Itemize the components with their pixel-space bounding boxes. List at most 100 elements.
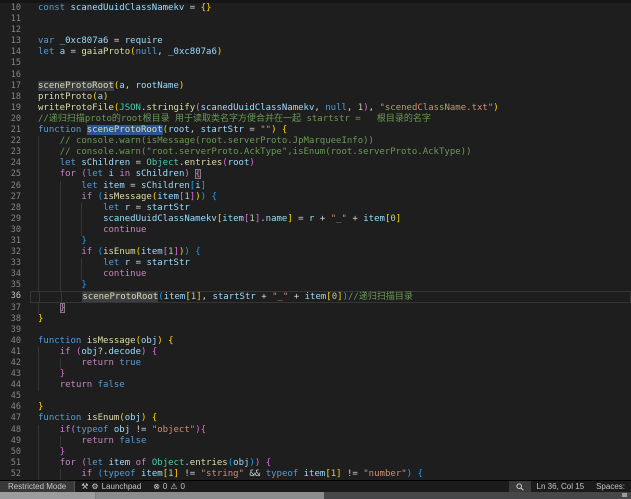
code-line[interactable]: 44 return false — [0, 380, 631, 392]
line-number[interactable]: 19 — [0, 103, 21, 114]
line-number[interactable]: 42 — [0, 358, 21, 369]
code-line[interactable]: 45 — [0, 391, 631, 402]
code-line[interactable]: 33 let r = startStr — [0, 258, 631, 270]
line-number[interactable]: 12 — [0, 25, 21, 36]
line-number[interactable]: 29 — [0, 214, 21, 225]
line-number[interactable]: 30 — [0, 225, 21, 236]
code-line[interactable]: 14 let a = gaiaProto(null, _0xc807a6) — [0, 47, 631, 58]
line-number[interactable]: 27 — [0, 192, 21, 203]
line-number[interactable]: 46 — [0, 402, 21, 413]
code-line[interactable]: 34 continue — [0, 269, 631, 281]
line-number[interactable]: 22 — [0, 136, 21, 147]
launchpad-item[interactable]: ⚒ ⚙ Launchpad — [75, 481, 147, 492]
line-content: if (isMessage(item[1])) { — [38, 191, 631, 203]
line-number[interactable]: 34 — [0, 269, 21, 280]
line-number[interactable]: 33 — [0, 258, 21, 269]
code-line[interactable]: 27 if (isMessage(item[1])) { — [0, 191, 631, 203]
code-line[interactable]: 35} — [0, 280, 631, 292]
code-line[interactable]: 25 for (let i in sChildren) { — [0, 169, 631, 181]
line-number[interactable]: 51 — [0, 458, 21, 469]
line-number[interactable]: 52 — [0, 469, 21, 480]
line-number[interactable]: 40 — [0, 336, 21, 347]
code-line[interactable]: 10 const scanedUuidClassNamekv = {} — [0, 3, 631, 14]
code-line[interactable]: 52 if (typeof item[1] != "string" && type… — [0, 468, 631, 480]
indent-guide — [59, 280, 82, 292]
line-number[interactable]: 11 — [0, 14, 21, 25]
line-number[interactable]: 44 — [0, 380, 21, 391]
restricted-mode-item[interactable]: Restricted Mode — [0, 481, 76, 492]
line-number[interactable]: 25 — [0, 169, 21, 180]
code-line[interactable]: 17 sceneProtoRoot(a, rootName) — [0, 80, 631, 92]
code-line[interactable]: 49 return false — [0, 435, 631, 447]
line-number[interactable]: 17 — [0, 81, 21, 92]
code-line[interactable]: 47 function isEnum(obj) { — [0, 413, 631, 424]
code-line[interactable]: 29 scanedUuidClassNamekv[item[1].name] = … — [0, 213, 631, 225]
code-line[interactable]: 46} — [0, 402, 631, 413]
code-line[interactable]: 51 for (let item of Object.entries(obj)) … — [0, 457, 631, 469]
line-number[interactable]: 50 — [0, 447, 21, 458]
code-line[interactable]: 39 — [0, 325, 631, 336]
problems-item[interactable]: ⊗ 0 ⚠ 0 — [147, 481, 191, 492]
cursor-position-item[interactable]: Ln 36, Col 15 — [531, 481, 591, 492]
code-line[interactable]: 32 if (isEnum(item[1])) { — [0, 247, 631, 259]
code-line[interactable]: 19 writeProtoFile(JSON.stringify(scanedUu… — [0, 103, 631, 114]
code-line[interactable]: 40 function isMessage(obj) { — [0, 336, 631, 347]
line-number[interactable]: 31 — [0, 236, 21, 247]
line-number[interactable]: 15 — [0, 58, 21, 69]
code-line[interactable]: 43} — [0, 369, 631, 381]
token: , — [189, 125, 201, 136]
code-line[interactable]: 41 if (obj?.decode) { — [0, 346, 631, 358]
indentation-item[interactable]: Spaces: — [590, 481, 631, 492]
code-line[interactable]: 15 — [0, 58, 631, 69]
code-line[interactable]: 16 — [0, 70, 631, 81]
line-number[interactable]: 13 — [0, 36, 21, 47]
code-line[interactable]: 38} — [0, 314, 631, 325]
code-line[interactable]: 30 continue — [0, 224, 631, 236]
code-editor[interactable]: 10 const scanedUuidClassNamekv = {} 11 12 13… — [0, 0, 631, 480]
line-number[interactable]: 47 — [0, 413, 21, 424]
code-line[interactable]: 42 return true — [0, 358, 631, 370]
line-number[interactable]: 35 — [0, 280, 21, 291]
line-number[interactable]: 16 — [0, 70, 21, 81]
code-line[interactable]: 23 // console.warn("root.serverProto.AckT… — [0, 147, 631, 159]
line-number[interactable]: 23 — [0, 147, 21, 158]
line-number[interactable]: 21 — [0, 125, 21, 136]
status-bar-right: Ln 36, Col 15 Spaces: — [508, 481, 631, 492]
line-number[interactable]: 18 — [0, 92, 21, 103]
line-number[interactable]: 36 — [0, 291, 21, 302]
code-line[interactable]: 36 sceneProtoRoot(item[1], startStr + "_"… — [0, 291, 631, 303]
line-number[interactable]: 43 — [0, 369, 21, 380]
code-line[interactable]: 12 — [0, 25, 631, 36]
code-line[interactable]: 28 let r = startStr — [0, 202, 631, 214]
token: "_" — [272, 292, 289, 303]
search-item[interactable] — [508, 481, 531, 492]
line-number[interactable]: 39 — [0, 325, 21, 336]
line-number[interactable]: 10 — [0, 3, 21, 14]
code-line[interactable]: 21 function sceneProtoRoot(root, startStr… — [0, 125, 631, 136]
line-number[interactable]: 38 — [0, 314, 21, 325]
code-line[interactable]: 11 — [0, 14, 631, 25]
line-number[interactable]: 28 — [0, 203, 21, 214]
line-number[interactable]: 26 — [0, 181, 21, 192]
code-line[interactable]: 48 if(typeof obj != "object"){ — [0, 424, 631, 436]
code-line[interactable]: 37} — [0, 302, 631, 314]
line-number[interactable]: 20 — [0, 114, 21, 125]
token: let — [86, 169, 104, 180]
line-number[interactable]: 49 — [0, 436, 21, 447]
code-line[interactable]: 50} — [0, 446, 631, 458]
code-line[interactable]: 31} — [0, 235, 631, 248]
line-number[interactable]: 24 — [0, 158, 21, 169]
line-number[interactable]: 48 — [0, 425, 21, 436]
code-line[interactable]: 13 var _0xc807a6 = require — [0, 36, 631, 47]
line-number[interactable]: 45 — [0, 391, 21, 402]
code-line[interactable]: 26 let item = sChildren[i] — [0, 180, 631, 192]
code-line[interactable]: 18 printProto(a) — [0, 92, 631, 103]
line-number[interactable]: 37 — [0, 303, 21, 314]
line-number[interactable]: 32 — [0, 247, 21, 258]
code-line[interactable]: 20 //递归扫描proto的root根目录 用于读取类名字方便合并在一起 sta… — [0, 114, 631, 125]
code-line[interactable]: 24 let sChildren = Object.entries(root) — [0, 158, 631, 170]
code-line[interactable]: 22 // console.warn(isMessage(root.serverP… — [0, 136, 631, 148]
line-number[interactable]: 14 — [0, 47, 21, 58]
line-number[interactable]: 41 — [0, 347, 21, 358]
